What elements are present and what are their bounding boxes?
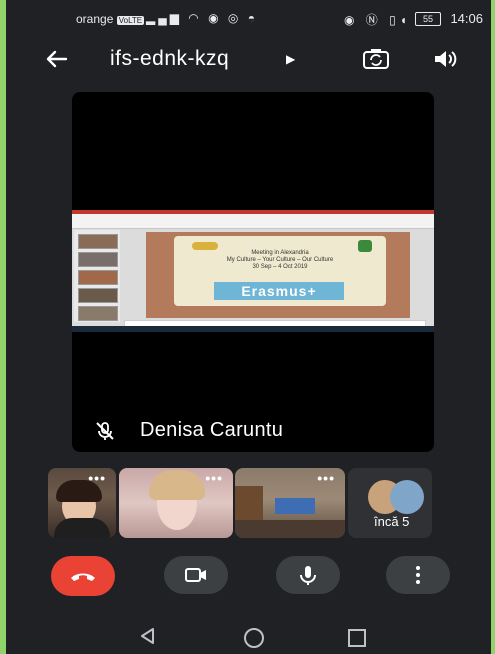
slide-logo-right <box>358 240 372 252</box>
arrow-left-icon[interactable] <box>44 46 70 76</box>
participant-tile[interactable]: ••• <box>48 468 116 538</box>
more-options-icon[interactable]: ••• <box>88 471 106 485</box>
desks <box>235 520 345 538</box>
clock: 14:06 <box>450 11 483 26</box>
caret-right-icon[interactable]: ▶ <box>286 52 295 66</box>
slide-title: Meeting in Alexandria My Culture – Your … <box>226 250 334 270</box>
volume-icon[interactable] <box>431 46 459 72</box>
square-recents-icon[interactable] <box>348 629 366 647</box>
more-options-icon[interactable]: ••• <box>205 471 223 485</box>
participant-hair <box>149 470 205 500</box>
end-call-button[interactable] <box>51 556 115 596</box>
slide-thumb <box>78 306 118 321</box>
camera-toggle-button[interactable] <box>164 556 228 594</box>
speaker-name: Denisa Caruntu <box>140 419 284 441</box>
triangle-back-icon[interactable] <box>138 626 158 646</box>
more-participants-tile[interactable]: încă 5 <box>348 468 432 538</box>
slide-logo-left <box>192 242 218 250</box>
call-top-bar: ifs-ednk-kzq ▶ <box>6 44 491 76</box>
more-participants-label: încă 5 <box>374 514 410 529</box>
more-options-button[interactable] <box>386 556 450 594</box>
meeting-code[interactable]: ifs-ednk-kzq <box>110 47 229 71</box>
camera-switch-icon[interactable] <box>361 46 391 72</box>
circle-home-icon[interactable] <box>244 628 264 648</box>
current-slide: Meeting in Alexandria My Culture – Your … <box>146 232 410 318</box>
participant-tile[interactable]: ••• <box>235 468 345 538</box>
signal-wifi-icons: ▂▄▆ ◠ ◉ ◎ ◓ <box>146 11 258 25</box>
microphone-toggle-button[interactable] <box>276 556 340 594</box>
slide-thumb <box>78 252 118 267</box>
slide-card: Meeting in Alexandria My Culture – Your … <box>174 236 386 306</box>
participant-body <box>54 518 110 538</box>
battery-icon: 55 <box>415 12 441 26</box>
windows-taskbar <box>72 326 434 332</box>
slide-thumb <box>78 288 118 303</box>
android-nav-bar <box>6 626 491 650</box>
more-options-icon[interactable]: ••• <box>317 471 335 485</box>
slide-thumb <box>78 270 118 285</box>
volte-badge: VoLTE <box>116 16 145 25</box>
status-right-icons: ◉ Ⓝ ▯◖ <box>344 13 411 27</box>
microphone-off-icon <box>94 420 116 442</box>
slide-thumb <box>78 234 118 249</box>
presentation-ribbon <box>72 210 434 229</box>
slide-thumbnails <box>74 230 120 322</box>
status-bar: orange VoLTE ▂▄▆ ◠ ◉ ◎ ◓ ◉ Ⓝ ▯◖ 55 14:06 <box>6 10 491 30</box>
erasmus-banner: Erasmus+ <box>214 282 344 300</box>
carrier-label: orange VoLTE <box>76 12 145 26</box>
phone-screen: orange VoLTE ▂▄▆ ◠ ◉ ◎ ◓ ◉ Ⓝ ▯◖ 55 14:06… <box>6 0 491 654</box>
avatar <box>390 480 424 514</box>
room-window <box>275 498 315 514</box>
participant-tile[interactable]: ••• <box>119 468 233 538</box>
main-video-tile[interactable]: Meeting in Alexandria My Culture – Your … <box>72 92 434 452</box>
shared-screen: Meeting in Alexandria My Culture – Your … <box>72 210 434 332</box>
